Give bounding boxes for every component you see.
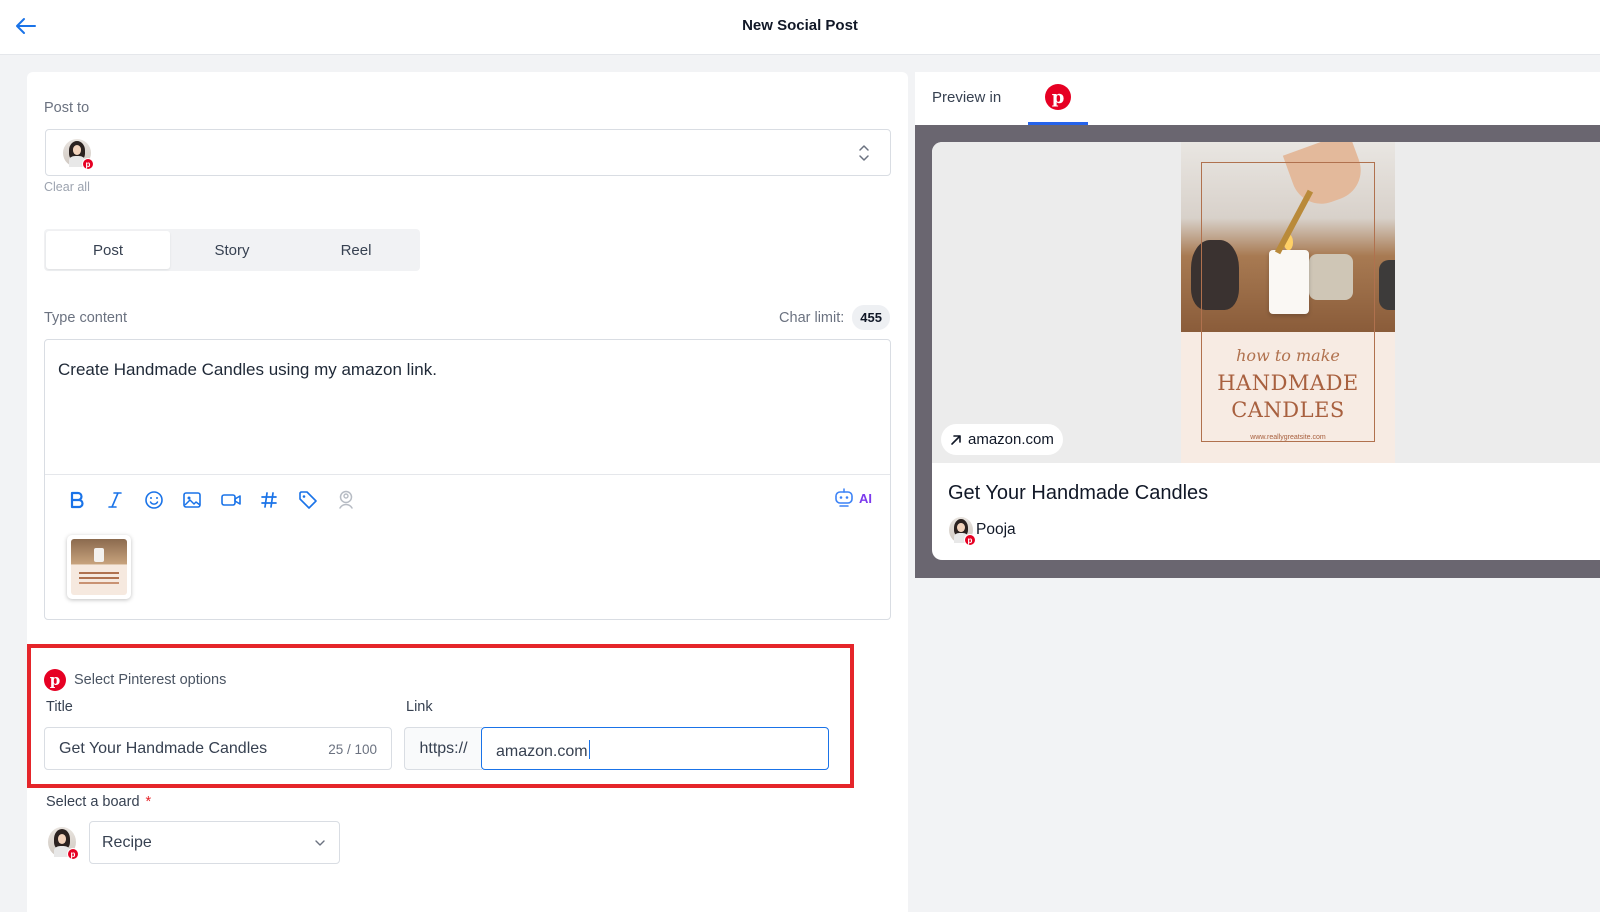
pin-title-value: Get Your Handmade Candles	[59, 740, 268, 757]
pin-image-script-text: how to make	[1236, 346, 1340, 365]
chevron-down-icon	[315, 840, 325, 846]
page-title: New Social Post	[742, 17, 858, 34]
ai-label: AI	[859, 490, 872, 506]
char-limit-badge: 455	[852, 305, 890, 330]
tag-icon[interactable]	[296, 488, 320, 512]
pinterest-badge-icon: p	[67, 848, 79, 860]
clear-all-link[interactable]: Clear all	[44, 180, 90, 194]
pin-link-chip[interactable]: amazon.com	[941, 424, 1063, 455]
content-label: Type content	[44, 310, 128, 326]
pin-media: how to make HANDMADE CANDLES www.reallygr…	[932, 142, 1600, 463]
pinterest-logo-icon: p	[1045, 84, 1071, 110]
board-label-text: Select a board	[46, 794, 140, 810]
pin-link-value: amazon.com	[496, 743, 588, 760]
pin-link-chip-text: amazon.com	[968, 431, 1054, 448]
pinterest-badge-icon: p	[964, 534, 976, 546]
pin-image-title-line1: HANDMADE	[1217, 371, 1359, 395]
text-caret	[588, 740, 591, 759]
pinterest-options-section: p Select Pinterest options Title Link Ge…	[27, 644, 854, 788]
content-editor[interactable]: Create Handmade Candles using my amazon …	[44, 339, 891, 620]
content-text[interactable]: Create Handmade Candles using my amazon …	[58, 360, 437, 380]
board-select[interactable]: Recipe	[89, 821, 340, 864]
location-person-icon[interactable]	[334, 488, 358, 512]
preview-tab-pinterest[interactable]: p	[1028, 72, 1088, 125]
post-type-tabs: Post Story Reel	[44, 229, 420, 271]
char-limit-label: Char limit:	[779, 309, 845, 326]
video-icon[interactable]	[219, 488, 243, 512]
hashtag-icon[interactable]	[257, 488, 281, 512]
image-icon[interactable]	[180, 488, 204, 512]
preview-label: Preview in	[932, 89, 1002, 106]
bold-icon[interactable]	[65, 488, 89, 512]
pinterest-badge-icon: p	[82, 158, 94, 170]
post-to-select[interactable]: p	[45, 129, 891, 176]
media-thumbnail[interactable]	[67, 535, 131, 599]
tab-reel[interactable]: Reel	[294, 231, 418, 269]
ai-assist-button[interactable]: AI	[833, 488, 872, 508]
pin-preview-title: Get Your Handmade Candles	[948, 482, 1209, 504]
composer-panel: Post to p Clear all Post Story Reel Type…	[27, 72, 908, 912]
top-bar: New Social Post	[0, 0, 1600, 55]
preview-stage: how to make HANDMADE CANDLES www.reallygr…	[915, 125, 1600, 578]
pin-title-input[interactable]: Get Your Handmade Candles 25 / 100	[44, 727, 392, 770]
chevron-up-down-icon	[859, 145, 869, 161]
board-avatar: p	[48, 827, 79, 860]
editor-divider	[45, 474, 890, 475]
preview-panel: Preview in p how to make HANDMADE CANDLE…	[915, 72, 1600, 578]
pin-author-name: Pooja	[976, 521, 1016, 538]
pin-image-title-line2: CANDLES	[1231, 398, 1345, 422]
italic-icon[interactable]	[103, 488, 127, 512]
pin-image-site: www.reallygreatsite.com	[1250, 434, 1326, 441]
required-mark: *	[145, 794, 152, 810]
pin-link-input[interactable]: amazon.com	[481, 727, 829, 770]
pin-image-title: HANDMADE CANDLES	[1181, 370, 1395, 424]
board-label: Select a board *	[46, 794, 151, 810]
board-value: Recipe	[102, 834, 152, 851]
pinterest-logo-icon: p	[44, 669, 66, 691]
link-prefix: https://	[404, 727, 482, 770]
link-label: Link	[406, 699, 433, 715]
arrow-up-right-icon	[951, 434, 961, 445]
ai-robot-icon	[835, 488, 853, 507]
pinterest-options-heading: Select Pinterest options	[74, 672, 227, 688]
pin-title-counter: 25 / 100	[328, 742, 377, 757]
char-limit: Char limit: 455	[779, 305, 890, 330]
pin-image: how to make HANDMADE CANDLES www.reallygr…	[1181, 142, 1395, 463]
title-label: Title	[46, 699, 73, 715]
emoji-icon[interactable]	[142, 488, 166, 512]
candle-thumbnail-image	[71, 539, 127, 595]
tab-story[interactable]: Story	[170, 231, 294, 269]
author-avatar: p	[949, 517, 976, 546]
tab-post[interactable]: Post	[46, 231, 170, 269]
post-to-label: Post to	[44, 100, 90, 116]
preview-header: Preview in p	[915, 72, 1600, 125]
account-avatar: p	[63, 139, 94, 170]
pin-preview-card: how to make HANDMADE CANDLES www.reallygr…	[932, 142, 1600, 560]
